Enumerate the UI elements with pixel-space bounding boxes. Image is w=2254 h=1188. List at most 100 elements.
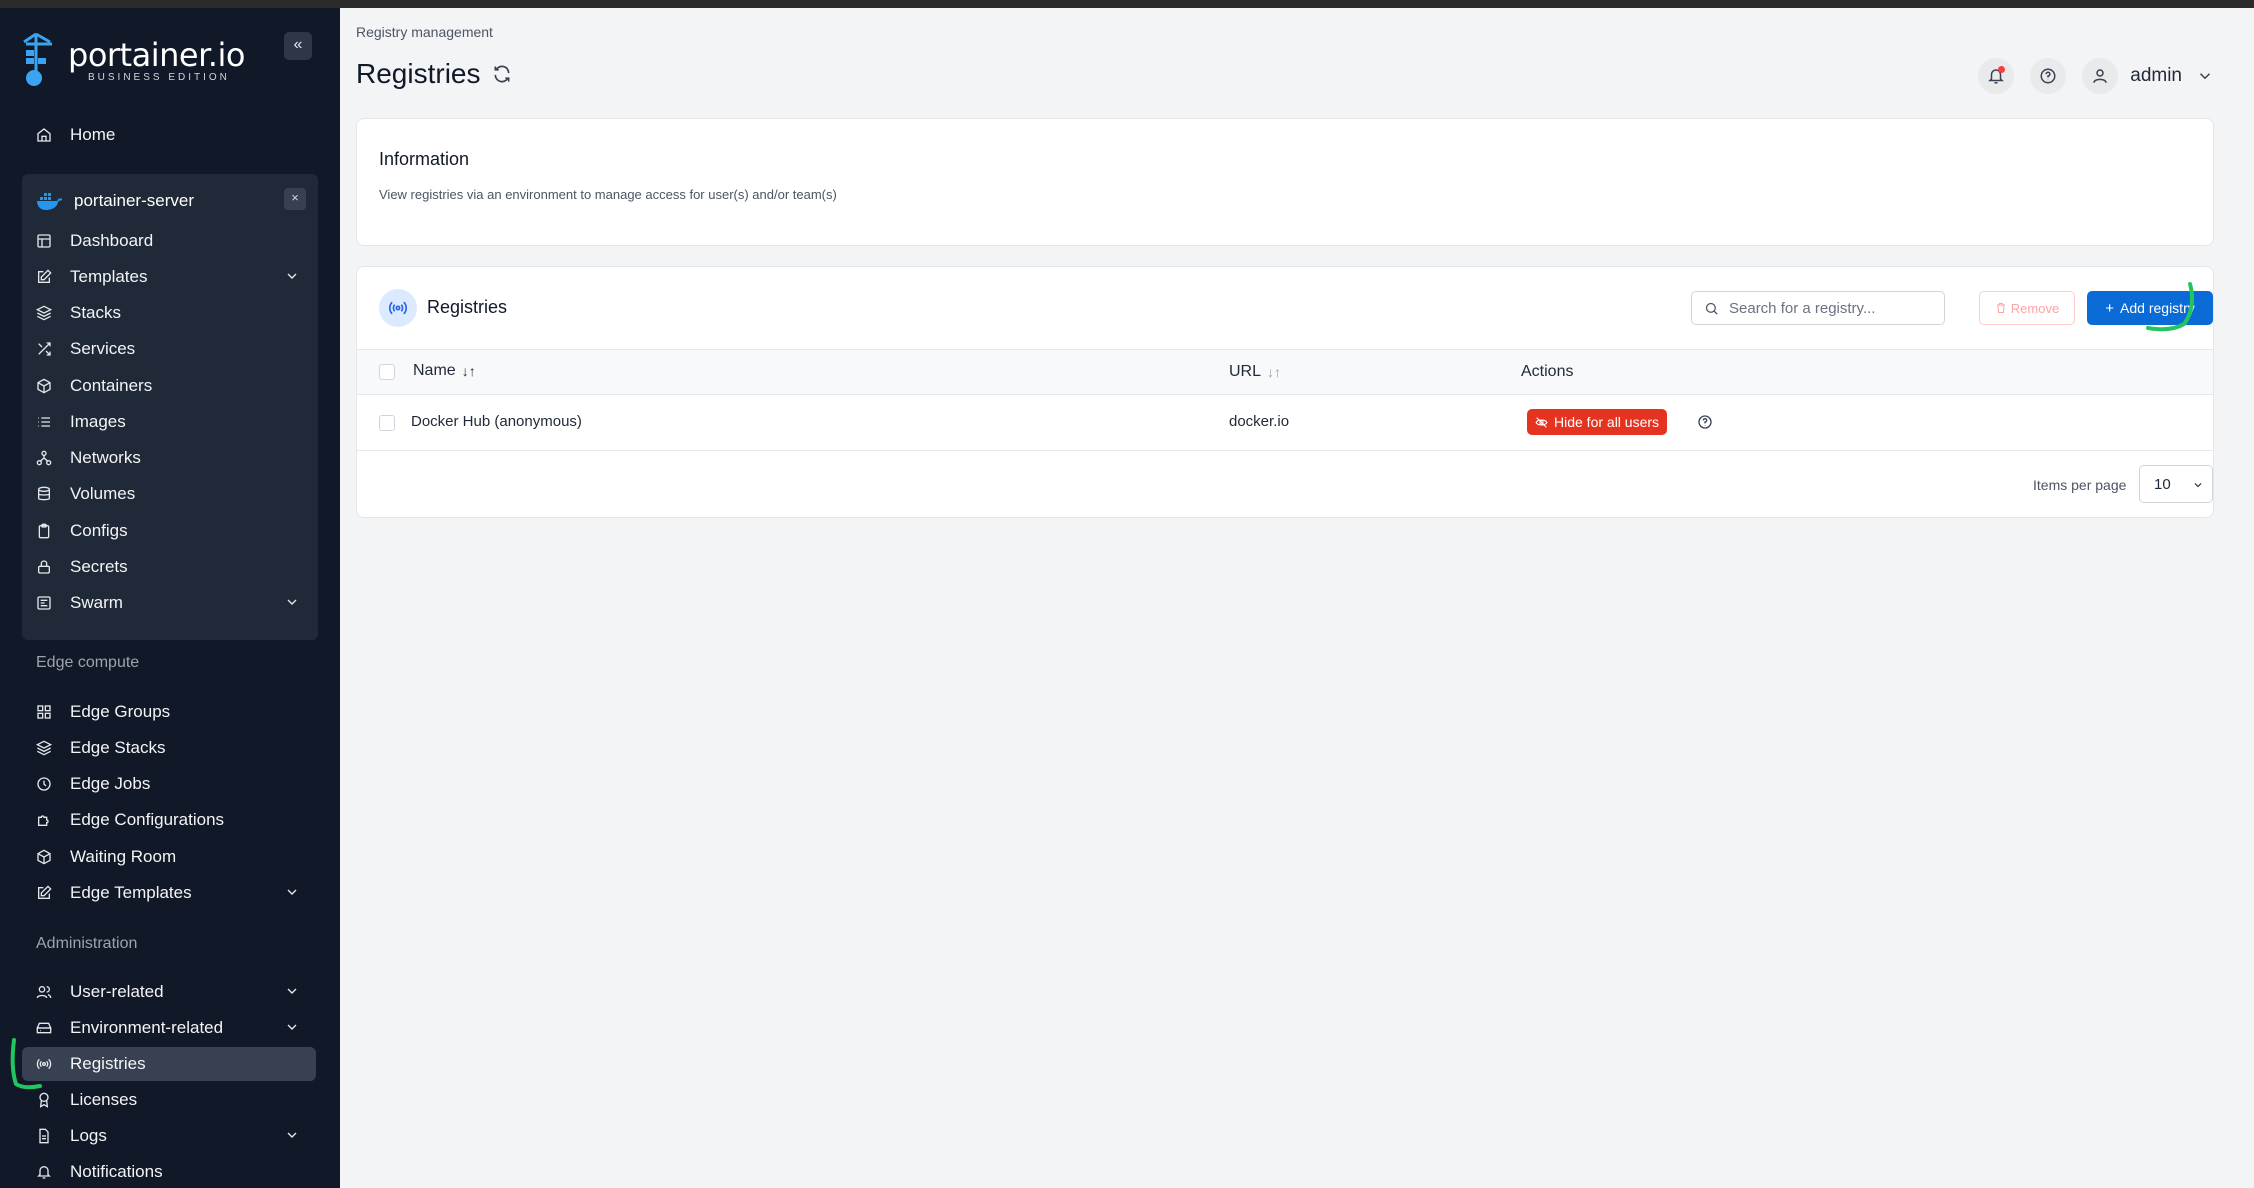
notifications-button[interactable] bbox=[1978, 58, 2015, 94]
column-header-url[interactable]: URL ↓↑ bbox=[1229, 363, 1281, 381]
add-registry-button[interactable]: + Add registry bbox=[2087, 291, 2213, 325]
sidebar-item-label: Dashboard bbox=[70, 231, 154, 250]
header-actions: admin bbox=[1962, 58, 2214, 94]
search-box[interactable] bbox=[1691, 291, 1945, 325]
puzzle-icon bbox=[34, 810, 54, 830]
sidebar-item-label: Edge Templates bbox=[70, 883, 192, 902]
edit-icon bbox=[34, 883, 54, 903]
items-per-page-label: Items per page bbox=[2033, 477, 2127, 493]
chevron-down-icon[interactable] bbox=[2196, 67, 2214, 85]
award-icon bbox=[34, 1090, 54, 1110]
row-checkbox[interactable] bbox=[379, 415, 395, 431]
remove-button-label: Remove bbox=[2010, 300, 2060, 316]
column-header-name[interactable]: Name ↓↑ bbox=[413, 362, 476, 380]
sidebar-item-images[interactable]: Images bbox=[22, 405, 316, 439]
sidebar-item-label: Networks bbox=[70, 448, 141, 467]
shuffle-icon bbox=[34, 339, 54, 359]
sidebar-item-label: Logs bbox=[70, 1126, 107, 1145]
sidebar-item-registries[interactable]: Registries bbox=[22, 1047, 316, 1081]
sidebar-item-label: Waiting Room bbox=[70, 847, 177, 866]
hide-for-all-users-button[interactable]: Hide for all users bbox=[1527, 409, 1668, 435]
lock-icon bbox=[34, 557, 54, 577]
information-card: Information View registries via an envir… bbox=[356, 118, 2214, 246]
sidebar-item-networks[interactable]: Networks bbox=[22, 441, 316, 475]
list-icon bbox=[34, 412, 54, 432]
users-icon bbox=[34, 982, 54, 1002]
chevron-down-icon bbox=[2194, 483, 2202, 488]
sidebar-item-edge-groups[interactable]: Edge Groups bbox=[22, 695, 316, 729]
search-input[interactable] bbox=[1729, 299, 1929, 317]
chevron-down-icon bbox=[287, 1024, 297, 1030]
sidebar-item-label: Images bbox=[70, 412, 126, 431]
page-title: Registries bbox=[356, 58, 512, 90]
sidebar-item-licenses[interactable]: Licenses bbox=[22, 1083, 316, 1117]
environment-header[interactable]: portainer-server bbox=[36, 186, 194, 216]
information-title: Information bbox=[379, 149, 470, 169]
sidebar-item-containers[interactable]: Containers bbox=[22, 369, 316, 403]
radio-icon bbox=[388, 301, 408, 315]
sidebar-item-dashboard[interactable]: Dashboard bbox=[22, 224, 316, 258]
sidebar-item-stacks[interactable]: Stacks bbox=[22, 296, 316, 330]
sidebar: portainer.io BUSINESS EDITION « Home por… bbox=[0, 8, 340, 1188]
sidebar-item-label: Licenses bbox=[70, 1090, 138, 1109]
chevron-down-icon bbox=[287, 988, 297, 994]
sidebar-item-notifications[interactable]: Notifications bbox=[22, 1155, 316, 1188]
help-button[interactable] bbox=[2030, 58, 2067, 94]
layers-icon bbox=[34, 738, 54, 758]
refresh-icon[interactable] bbox=[492, 64, 512, 84]
sidebar-item-swarm[interactable]: Swarm bbox=[22, 586, 316, 620]
sidebar-item-label: Edge Groups bbox=[70, 702, 171, 721]
sidebar-item-label: Stacks bbox=[70, 303, 122, 322]
search-icon bbox=[1705, 302, 1718, 315]
sidebar-item-environment-related[interactable]: Environment-related bbox=[22, 1011, 316, 1045]
chevron-down-icon bbox=[287, 889, 297, 895]
user-name[interactable]: admin bbox=[2130, 65, 2182, 87]
remove-button[interactable]: Remove bbox=[1979, 291, 2075, 325]
registries-card: Registries Remove + Add registry Name ↓↑… bbox=[356, 266, 2214, 518]
sidebar-item-edge-stacks[interactable]: Edge Stacks bbox=[22, 731, 316, 765]
sidebar-item-logs[interactable]: Logs bbox=[22, 1119, 316, 1153]
sidebar-item-edge-jobs[interactable]: Edge Jobs bbox=[22, 767, 316, 801]
clock-icon bbox=[34, 774, 54, 794]
column-header-actions: Actions bbox=[1521, 363, 1573, 381]
sidebar-item-edge-templates[interactable]: Edge Templates bbox=[22, 876, 316, 910]
database-icon bbox=[34, 484, 54, 504]
sidebar-item-secrets[interactable]: Secrets bbox=[22, 550, 316, 584]
collapse-sidebar-button[interactable]: « bbox=[284, 32, 312, 60]
radio-icon bbox=[34, 1054, 54, 1074]
sidebar-item-label: Volumes bbox=[70, 484, 136, 503]
sidebar-item-label: Notifications bbox=[70, 1162, 163, 1181]
help-icon[interactable] bbox=[1697, 414, 1713, 430]
sidebar-item-user-related[interactable]: User-related bbox=[22, 975, 316, 1009]
sidebar-item-services[interactable]: Services bbox=[22, 332, 316, 366]
logo-edition: BUSINESS EDITION bbox=[88, 72, 230, 83]
sidebar-item-configs[interactable]: Configs bbox=[22, 514, 316, 548]
file-icon bbox=[34, 1126, 54, 1146]
sort-desc-icon: ↓↑ bbox=[461, 363, 476, 379]
sidebar-item-label: Registries bbox=[70, 1054, 146, 1073]
sidebar-item-edge-configurations[interactable]: Edge Configurations bbox=[22, 803, 316, 837]
sidebar-item-waiting-room[interactable]: Waiting Room bbox=[22, 840, 316, 874]
select-all-checkbox[interactable] bbox=[379, 364, 395, 380]
swarm-icon bbox=[34, 593, 54, 613]
sidebar-item-home[interactable]: Home bbox=[22, 118, 316, 152]
eye-off-icon bbox=[1535, 416, 1548, 428]
column-header-label: Actions bbox=[1521, 363, 1574, 380]
sidebar-item-volumes[interactable]: Volumes bbox=[22, 477, 316, 511]
plus-icon: + bbox=[2105, 299, 2115, 317]
portainer-logo[interactable]: portainer.io BUSINESS EDITION bbox=[22, 30, 272, 92]
column-header-label: URL bbox=[1229, 363, 1262, 380]
chevron-down-icon bbox=[287, 273, 297, 279]
items-per-page-select[interactable]: 10 bbox=[2139, 465, 2213, 503]
sidebar-item-templates[interactable]: Templates bbox=[22, 260, 316, 294]
sort-icon: ↓↑ bbox=[1267, 364, 1282, 380]
close-environment-button[interactable]: × bbox=[284, 188, 306, 210]
help-icon bbox=[2040, 68, 2056, 84]
registry-name: Docker Hub (anonymous) bbox=[411, 413, 582, 430]
sidebar-item-label: Edge Jobs bbox=[70, 774, 151, 793]
registries-card-title: Registries bbox=[427, 297, 508, 317]
sidebar-item-label: Secrets bbox=[70, 557, 128, 576]
breadcrumb: Registry management bbox=[356, 24, 493, 40]
user-avatar[interactable] bbox=[2082, 58, 2119, 94]
portainer-logo-icon bbox=[23, 32, 52, 86]
